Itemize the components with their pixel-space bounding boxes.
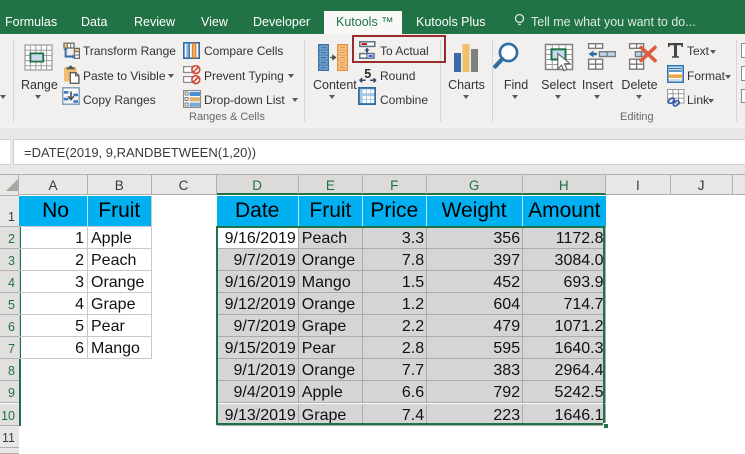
svg-text:5: 5 [364, 67, 371, 81]
